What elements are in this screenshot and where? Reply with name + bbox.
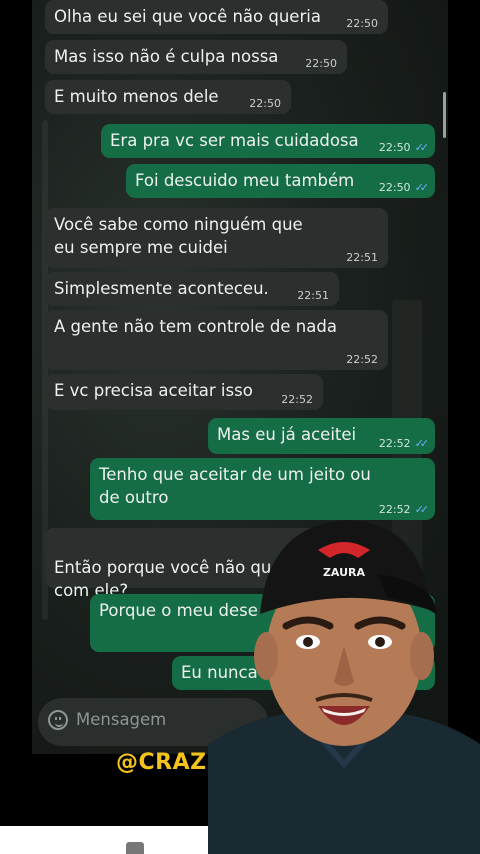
message-time: 22:50 <box>305 57 337 70</box>
message-text: Tenho que aceitar de um jeito ou de outr… <box>99 465 371 507</box>
message-bubble-outgoing[interactable]: Foi descuido meu também 22:50 ✓✓ <box>126 164 435 198</box>
message-time: 22:52 <box>281 393 313 406</box>
message-time: 22:52 <box>346 353 378 366</box>
bottom-panel <box>0 826 215 854</box>
message-text: Simplesmente aconteceu. <box>54 279 269 298</box>
scrollbar[interactable] <box>443 92 446 138</box>
message-text: Você sabe como ninguém que eu sempre me … <box>54 215 303 257</box>
message-time: 22:50 ✓✓ <box>378 141 430 154</box>
message-time: 22:51 <box>297 289 329 302</box>
message-text: Era pra vc ser mais cuidadosa <box>110 131 359 150</box>
read-ticks-icon: ✓✓ <box>414 141 430 154</box>
message-text: E vc precisa aceitar isso <box>54 381 253 400</box>
message-text: Foi descuido meu também <box>135 171 355 190</box>
message-time: 22:51 <box>346 251 378 264</box>
message-bubble-incoming[interactable]: Você sabe como ninguém que eu sempre me … <box>45 208 388 268</box>
message-text: E muito menos dele <box>54 87 219 106</box>
message-time: 22:50 ✓✓ <box>378 181 430 194</box>
message-text: Olha eu sei que você não queria <box>54 7 321 26</box>
message-text: A gente não tem controle de nada <box>54 317 337 336</box>
emoji-icon[interactable] <box>48 710 68 730</box>
message-bubble-outgoing[interactable]: Era pra vc ser mais cuidadosa 22:50 ✓✓ <box>101 124 435 158</box>
person-illustration: ZAURA <box>208 520 480 854</box>
message-text: Mas eu já aceitei <box>217 425 357 444</box>
message-text: Mas isso não é culpa nossa <box>54 47 279 66</box>
message-bubble-incoming[interactable]: Mas isso não é culpa nossa 22:50 <box>45 40 347 74</box>
cap-text: ZAURA <box>323 566 366 579</box>
message-time: 22:50 <box>346 17 378 30</box>
message-bubble-incoming[interactable]: Simplesmente aconteceu. 22:51 <box>45 272 339 306</box>
message-input-placeholder: Mensagem <box>76 710 167 729</box>
person-overlay: ZAURA <box>208 514 480 854</box>
message-bubble-incoming[interactable]: Olha eu sei que você não queria 22:50 <box>45 0 388 34</box>
read-ticks-icon: ✓✓ <box>414 437 430 450</box>
message-time: 22:52 ✓✓ <box>378 437 430 450</box>
message-bubble-incoming[interactable]: E vc precisa aceitar isso 22:52 <box>45 374 323 410</box>
nav-handle <box>126 842 144 854</box>
watermark: @CRAZ <box>116 750 207 775</box>
message-bubble-outgoing[interactable]: Mas eu já aceitei 22:52 ✓✓ <box>208 418 435 454</box>
message-bubble-incoming[interactable]: E muito menos dele 22:50 <box>45 80 291 114</box>
message-bubble-incoming[interactable]: A gente não tem controle de nada 22:52 <box>45 310 388 370</box>
message-bubble-outgoing[interactable]: Tenho que aceitar de um jeito ou de outr… <box>90 458 435 520</box>
read-ticks-icon: ✓✓ <box>414 181 430 194</box>
message-time: 22:50 <box>249 97 281 110</box>
